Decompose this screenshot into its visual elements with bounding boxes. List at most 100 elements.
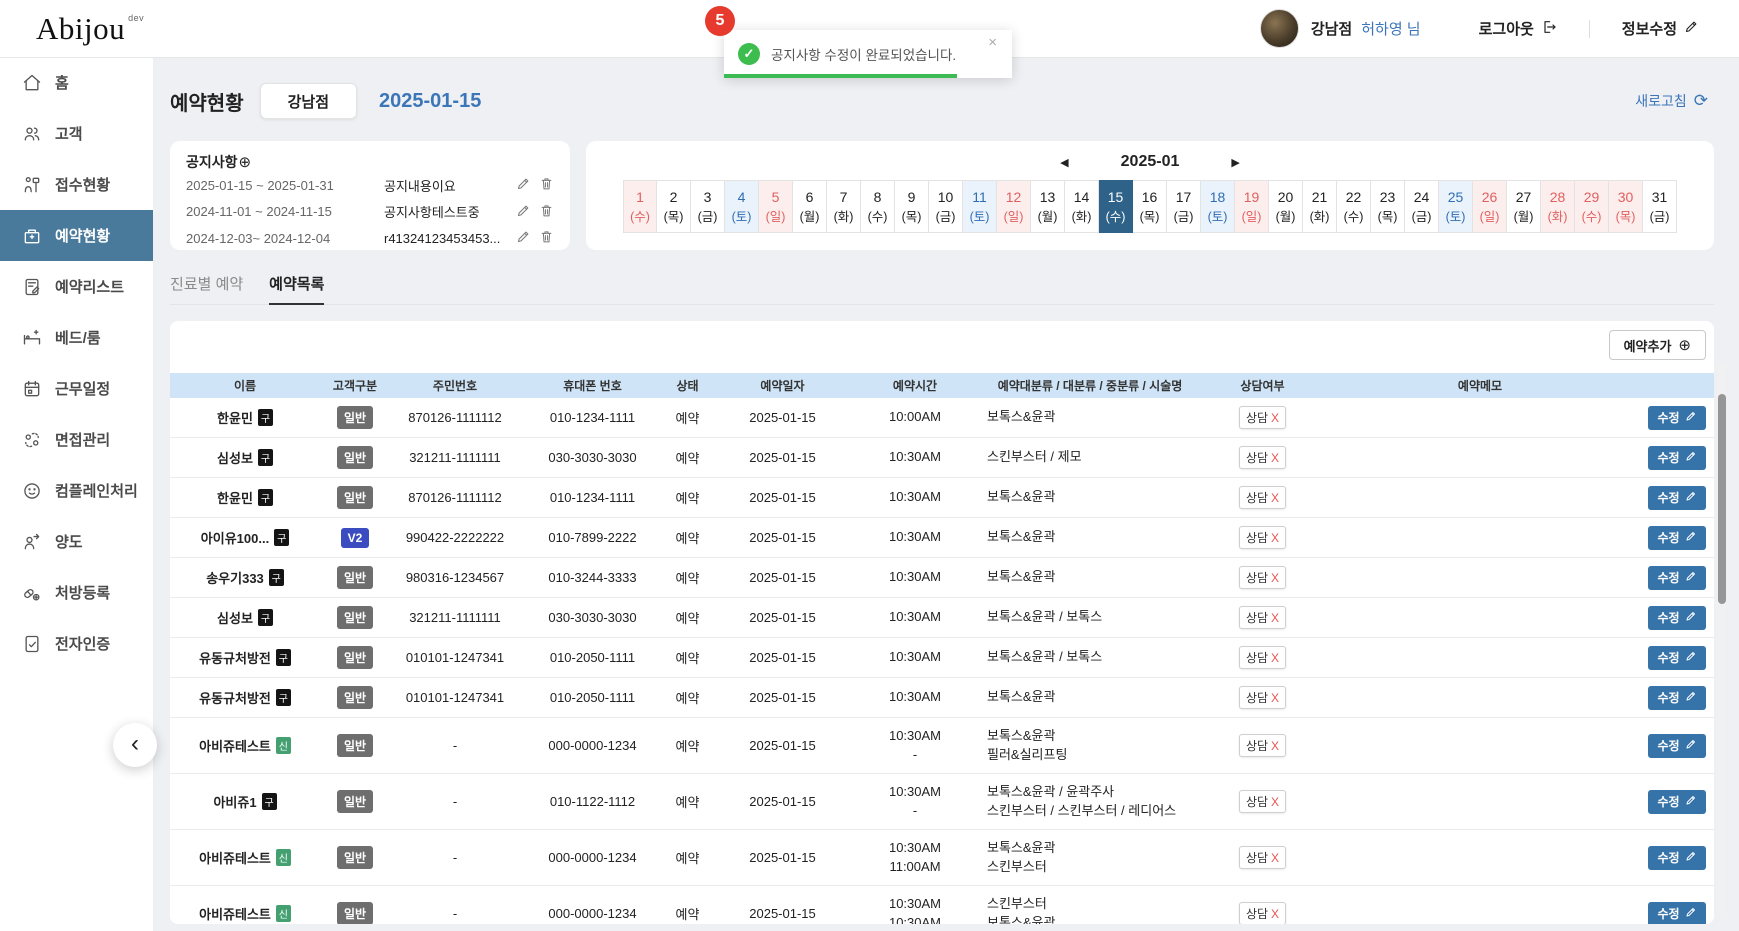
sidebar-item-3[interactable]: 예약현황 [0, 210, 153, 261]
calendar-day-19[interactable]: 19(일) [1235, 180, 1269, 233]
calendar-day-18[interactable]: 18(토) [1201, 180, 1235, 233]
logout-button[interactable]: 로그아웃 [1473, 17, 1563, 40]
notice-delete-button[interactable] [539, 203, 554, 221]
edit-reservation-button[interactable]: 수정 [1648, 846, 1705, 870]
notice-add-icon[interactable]: ⊕ [238, 153, 252, 171]
sidebar-item-9[interactable]: 양도 [0, 516, 153, 567]
edit-reservation-button[interactable]: 수정 [1648, 406, 1705, 430]
calendar-day-2[interactable]: 2(목) [657, 180, 691, 233]
calendar-day-22[interactable]: 22(수) [1337, 180, 1371, 233]
edit-reservation-button[interactable]: 수정 [1648, 734, 1705, 758]
calendar-day-11[interactable]: 11(토) [963, 180, 997, 233]
add-reservation-label: 예약추가 [1624, 336, 1672, 355]
calendar-day-21[interactable]: 21(화) [1303, 180, 1337, 233]
edit-reservation-button[interactable]: 수정 [1648, 686, 1705, 710]
cell-actions: 수정 [1640, 638, 1714, 677]
calendar-day-15[interactable]: 15(수) [1099, 180, 1133, 233]
edit-reservation-button[interactable]: 수정 [1648, 566, 1705, 590]
cell-status: 예약 [665, 518, 710, 557]
edit-reservation-button[interactable]: 수정 [1648, 646, 1705, 670]
calendar-day-29[interactable]: 29(수) [1575, 180, 1609, 233]
sidebar: 홈고객접수현황예약현황예약리스트베드/룸근무일정면접관리컴플레인처리양도처방등록… [0, 57, 153, 931]
header-divider [1589, 20, 1590, 38]
calendar-day-10[interactable]: 10(금) [929, 180, 963, 233]
calendar-day-5[interactable]: 5(일) [759, 180, 793, 233]
calendar-day-16[interactable]: 16(목) [1133, 180, 1167, 233]
calendar-day-30[interactable]: 30(목) [1609, 180, 1643, 233]
cell-category: 보톡스&윤곽 [975, 518, 1205, 557]
customer-age-badge: 구 [269, 569, 284, 586]
notice-edit-button[interactable] [516, 203, 531, 221]
sidebar-item-11[interactable]: 전자인증 [0, 618, 153, 669]
notice-delete-button[interactable] [539, 176, 554, 194]
refresh-button[interactable]: 새로고침 ⟳ [1629, 90, 1714, 112]
sidebar-item-10[interactable]: 처방등록 [0, 567, 153, 618]
sidebar-item-4[interactable]: 예약리스트 [0, 261, 153, 312]
calendar-day-6[interactable]: 6(월) [793, 180, 827, 233]
notice-item-2: 2024-12-03~ 2024-12-04r41324123453453... [186, 225, 554, 252]
sidebar-item-5[interactable]: 베드/룸 [0, 312, 153, 363]
cell-consult: 상담X [1205, 678, 1320, 717]
sidebar-item-6[interactable]: 근무일정 [0, 363, 153, 414]
notice-edit-button[interactable] [516, 229, 531, 247]
calendar-day-9[interactable]: 9(목) [895, 180, 929, 233]
calendar-day-13[interactable]: 13(월) [1031, 180, 1065, 233]
app-logo[interactable]: Abijoudev [36, 11, 144, 47]
toast-close-icon[interactable]: × [982, 34, 1003, 51]
calendar-day-23[interactable]: 23(목) [1371, 180, 1405, 233]
edit-reservation-button[interactable]: 수정 [1648, 790, 1705, 814]
calendar-day-3[interactable]: 3(금) [691, 180, 725, 233]
user-name-label: 허하영 님 [1361, 18, 1420, 39]
calendar-day-8[interactable]: 8(수) [861, 180, 895, 233]
cell-rrn: 321211-1111111 [390, 598, 520, 637]
branch-selector-button[interactable]: 강남점 [260, 83, 357, 119]
sidebar-item-0[interactable]: 홈 [0, 57, 153, 108]
sidebar-item-1[interactable]: 고객 [0, 108, 153, 159]
calendar-day-28[interactable]: 28(화) [1541, 180, 1575, 233]
sidebar-item-label: 면접관리 [55, 429, 110, 450]
calendar-day-14[interactable]: 14(화) [1065, 180, 1099, 233]
annotation-badge-number: 5 [716, 12, 725, 30]
calendar-day-4[interactable]: 4(토) [725, 180, 759, 233]
notice-delete-button[interactable] [539, 229, 554, 247]
sidebar-item-7[interactable]: 면접관리 [0, 414, 153, 465]
tab-active-1[interactable]: 예약목록 [269, 273, 324, 305]
edit-reservation-button[interactable]: 수정 [1648, 446, 1705, 470]
avatar[interactable] [1260, 9, 1299, 48]
cell-date: 2025-01-15 [710, 718, 855, 773]
edit-reservation-button[interactable]: 수정 [1648, 606, 1705, 630]
notice-date-range: 2024-11-01 ~ 2024-11-15 [186, 204, 384, 219]
cell-actions: 수정 [1640, 830, 1714, 885]
edit-reservation-button[interactable]: 수정 [1648, 486, 1705, 510]
sidebar-item-label: 컴플레인처리 [55, 480, 138, 501]
cell-time: 10:30AM [855, 478, 975, 517]
calendar-prev-icon[interactable]: ◀ [1054, 155, 1074, 170]
calendar-next-icon[interactable]: ▶ [1225, 155, 1245, 170]
cell-status: 예약 [665, 598, 710, 637]
sidebar-item-8[interactable]: 컴플레인처리 [0, 465, 153, 516]
cell-date: 2025-01-15 [710, 774, 855, 829]
edit-reservation-button[interactable]: 수정 [1648, 526, 1705, 550]
calendar-day-20[interactable]: 20(월) [1269, 180, 1303, 233]
calendar-day-27[interactable]: 27(월) [1507, 180, 1541, 233]
add-reservation-button[interactable]: 예약추가 ⊕ [1609, 330, 1706, 360]
calendar-day-12[interactable]: 12(일) [997, 180, 1031, 233]
edit-info-button[interactable]: 정보수정 [1616, 17, 1705, 40]
sidebar-collapse-button[interactable]: ‹ [113, 723, 157, 767]
calendar-day-24[interactable]: 24(금) [1405, 180, 1439, 233]
notice-edit-button[interactable] [516, 176, 531, 194]
calendar-day-26[interactable]: 26(일) [1473, 180, 1507, 233]
user-branch-label: 강남점 [1311, 18, 1352, 39]
edit-reservation-button[interactable]: 수정 [1648, 902, 1705, 925]
customer-type-badge: 일반 [337, 606, 373, 629]
calendar-day-1[interactable]: 1(수) [623, 180, 657, 233]
calendar-day-17[interactable]: 17(금) [1167, 180, 1201, 233]
sidebar-item-2[interactable]: 접수현황 [0, 159, 153, 210]
consult-badge: 상담X [1239, 526, 1286, 549]
calendar-day-31[interactable]: 31(금) [1643, 180, 1677, 233]
scrollbar-thumb[interactable] [1718, 394, 1726, 604]
calendar-day-7[interactable]: 7(화) [827, 180, 861, 233]
tab-0[interactable]: 진료별 예약 [170, 273, 243, 304]
transfer-icon [22, 532, 42, 552]
calendar-day-25[interactable]: 25(토) [1439, 180, 1473, 233]
